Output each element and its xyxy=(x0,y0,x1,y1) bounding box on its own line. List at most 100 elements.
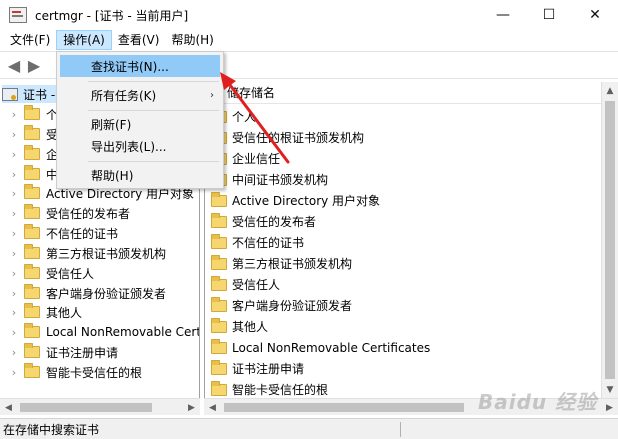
list-item[interactable]: 客户端身份验证颁发者 xyxy=(205,295,352,316)
tree-root-item[interactable]: 证书 - xyxy=(2,85,60,103)
menu-item-refresh[interactable]: 刷新(F) xyxy=(60,113,220,135)
forward-arrow-icon[interactable]: ▶ xyxy=(24,55,44,75)
maximize-button[interactable]: ☐ xyxy=(526,0,572,30)
baidu-watermark: Baidu 经验 xyxy=(478,390,598,414)
chevron-right-icon[interactable]: › xyxy=(8,168,20,181)
menu-item-label: 刷新(F) xyxy=(91,117,132,132)
folder-icon xyxy=(24,145,40,160)
chevron-right-icon[interactable]: › xyxy=(8,326,20,339)
tree-item[interactable]: › 证书注册申请 xyxy=(0,342,118,362)
list-item[interactable]: 其他人 xyxy=(205,316,268,337)
folder-icon xyxy=(24,224,40,239)
list-item[interactable]: Local NonRemovable Certificates xyxy=(205,337,430,358)
list-item-label: 企业信任 xyxy=(232,152,281,166)
scroll-up-arrow-icon[interactable]: ▲ xyxy=(602,82,618,99)
menu-item-find-certificates[interactable]: 查找证书(N)... xyxy=(60,55,220,77)
tree-item[interactable]: › 个 xyxy=(0,104,58,124)
menu-item-label: 帮助(H) xyxy=(91,168,134,183)
list-item[interactable]: 不信任的证书 xyxy=(205,232,304,253)
scrollbar-thumb[interactable] xyxy=(224,403,464,412)
tree-item-label: 不信任的证书 xyxy=(46,226,119,241)
list-item[interactable]: 第三方根证书颁发机构 xyxy=(205,253,352,274)
scroll-right-arrow-icon[interactable]: ▶ xyxy=(601,399,618,416)
tree-item[interactable]: › 企 xyxy=(0,144,58,164)
tree-item-label: 智能卡受信任的根 xyxy=(46,365,143,380)
close-button[interactable]: ✕ xyxy=(572,0,618,30)
scrollbar-thumb[interactable] xyxy=(605,101,615,379)
list-item[interactable]: 受信任的发布者 xyxy=(205,211,316,232)
vertical-scrollbar[interactable]: ▲ ▼ xyxy=(601,82,618,398)
tree-item-label: Local NonRemovable Cert xyxy=(46,325,200,339)
list-item[interactable]: 智能卡受信任的根 xyxy=(205,379,328,398)
chevron-right-icon[interactable]: › xyxy=(8,227,20,240)
menu-separator xyxy=(88,81,219,82)
tree-item[interactable]: › 不信任的证书 xyxy=(0,223,118,243)
tree-item-label: 受信任的发布者 xyxy=(46,206,131,221)
chevron-right-icon[interactable]: › xyxy=(8,148,20,161)
folder-icon xyxy=(24,184,40,199)
column-header-label: 储存储名 xyxy=(227,86,276,100)
chevron-right-icon[interactable]: › xyxy=(8,207,20,220)
list-item-label: 受信任的发布者 xyxy=(232,215,317,229)
tree-item[interactable]: › 第三方根证书颁发机构 xyxy=(0,243,166,263)
folder-icon xyxy=(24,284,40,299)
status-divider xyxy=(400,422,401,437)
scroll-left-arrow-icon[interactable]: ◀ xyxy=(0,399,17,416)
folder-icon xyxy=(211,296,227,312)
folder-icon xyxy=(211,233,227,249)
list-item[interactable]: 受信任的根证书颁发机构 xyxy=(205,127,364,148)
action-dropdown-menu: 查找证书(N)... 所有任务(K) › 刷新(F) 导出列表(L)... 帮助… xyxy=(56,51,224,189)
scroll-right-arrow-icon[interactable]: ▶ xyxy=(183,399,200,416)
tree-item[interactable]: › 受信任人 xyxy=(0,263,94,283)
column-header-store-name[interactable]: 储存储名 xyxy=(205,82,605,104)
folder-icon xyxy=(211,359,227,375)
tree-item[interactable]: › 智能卡受信任的根 xyxy=(0,362,142,382)
tree-item-label: 证书注册申请 xyxy=(46,345,119,360)
folder-icon xyxy=(24,105,40,120)
menu-action[interactable]: 操作(A) xyxy=(56,30,112,50)
list-item-label: 客户端身份验证颁发者 xyxy=(232,299,353,313)
chevron-right-icon[interactable]: › xyxy=(8,267,20,280)
tree-item[interactable]: › 受信任的发布者 xyxy=(0,203,130,223)
tree-item[interactable]: › 受 xyxy=(0,124,58,144)
tree-item[interactable]: › 其他人 xyxy=(0,302,82,322)
menu-item-export-list[interactable]: 导出列表(L)... xyxy=(60,135,220,157)
title-bar: certmgr - [证书 - 当前用户] — ☐ ✕ xyxy=(0,0,618,30)
certmgr-app-icon xyxy=(9,7,27,23)
tree-item[interactable]: › Local NonRemovable Cert xyxy=(0,322,200,342)
list-item[interactable]: Active Directory 用户对象 xyxy=(205,190,380,211)
menu-item-help[interactable]: 帮助(H) xyxy=(60,164,220,186)
scroll-left-arrow-icon[interactable]: ◀ xyxy=(204,399,221,416)
list-pane: 储存储名 个人 受信任的根证书颁发机构 企业信任 中间证书颁发机构 Active… xyxy=(204,82,618,398)
tree-item-label: 受信任人 xyxy=(46,266,95,281)
menu-item-all-tasks[interactable]: 所有任务(K) › xyxy=(60,84,220,106)
folder-icon xyxy=(24,303,40,318)
folder-icon xyxy=(211,212,227,228)
chevron-right-icon[interactable]: › xyxy=(8,187,20,200)
menu-view[interactable]: 查看(V) xyxy=(112,30,166,50)
minimize-button[interactable]: — xyxy=(480,0,526,30)
status-bar: 在存储中搜索证书 xyxy=(0,418,618,439)
tree-item[interactable]: › 中 xyxy=(0,164,58,184)
submenu-arrow-icon: › xyxy=(210,89,214,101)
chevron-right-icon[interactable]: › xyxy=(8,346,20,359)
menu-help[interactable]: 帮助(H) xyxy=(165,30,219,50)
chevron-right-icon[interactable]: › xyxy=(8,108,20,121)
list-item[interactable]: 证书注册申请 xyxy=(205,358,304,379)
list-item-label: 受信任人 xyxy=(232,278,281,292)
tree-horizontal-scrollbar[interactable]: ◀ ▶ xyxy=(0,398,200,415)
list-item[interactable]: 受信任人 xyxy=(205,274,280,295)
tree-item[interactable]: › 客户端身份验证颁发者 xyxy=(0,283,166,303)
menu-file[interactable]: 文件(F) xyxy=(4,30,56,50)
back-arrow-icon[interactable]: ◀ xyxy=(4,55,24,75)
folder-icon xyxy=(211,254,227,270)
scrollbar-thumb[interactable] xyxy=(20,403,152,412)
chevron-right-icon[interactable]: › xyxy=(8,247,20,260)
chevron-right-icon[interactable]: › xyxy=(8,306,20,319)
window-controls: — ☐ ✕ xyxy=(480,0,618,30)
chevron-right-icon[interactable]: › xyxy=(8,128,20,141)
folder-icon xyxy=(211,380,227,396)
scroll-down-arrow-icon[interactable]: ▼ xyxy=(602,381,618,398)
chevron-right-icon[interactable]: › xyxy=(8,287,20,300)
chevron-right-icon[interactable]: › xyxy=(8,366,20,379)
